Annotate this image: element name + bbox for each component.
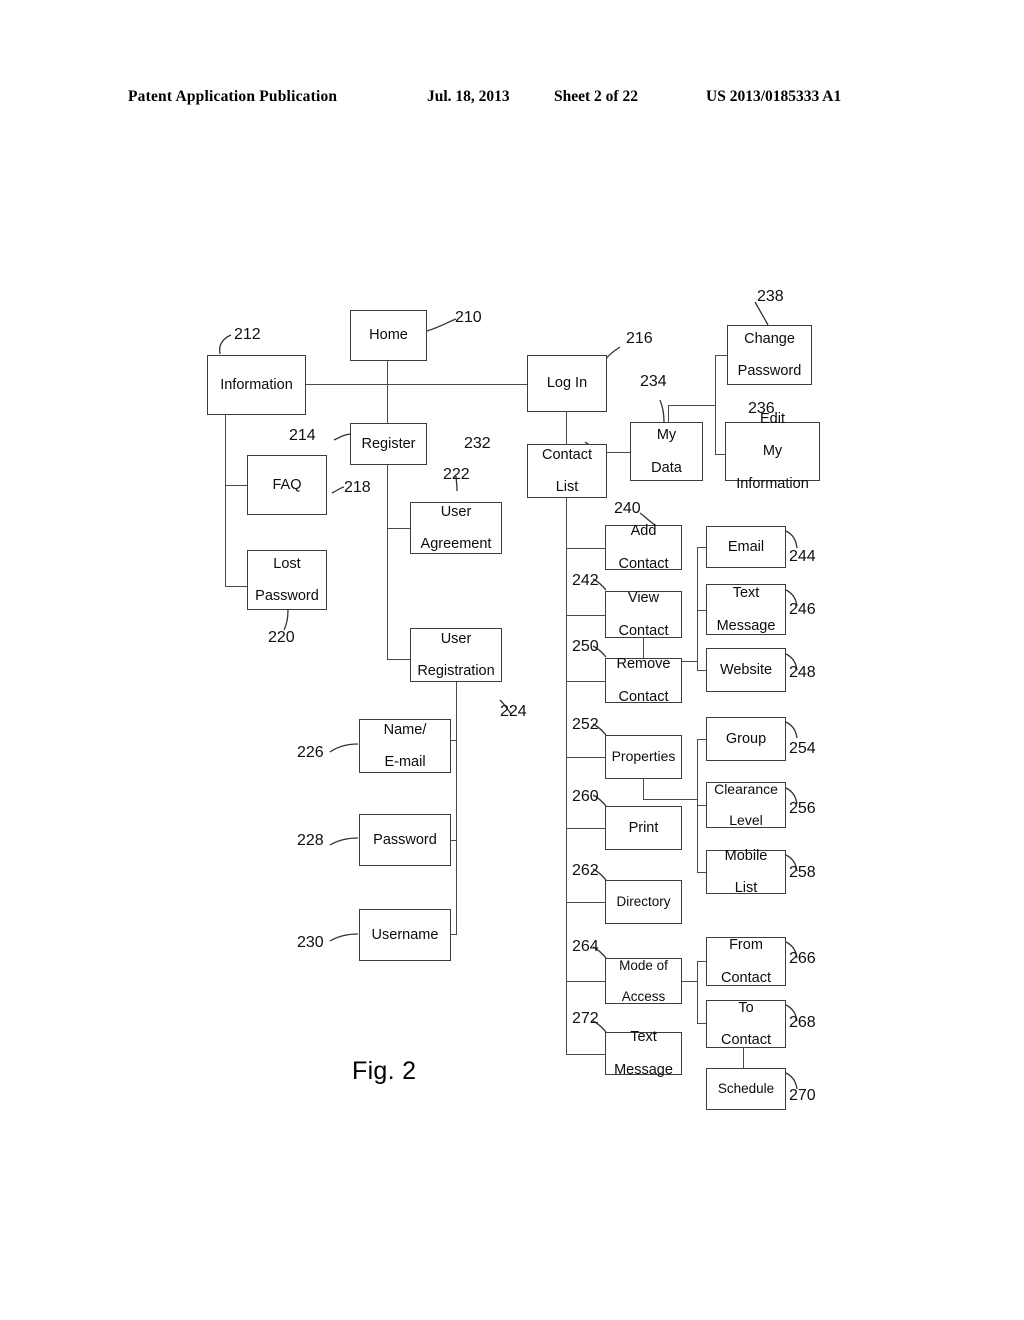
node-schedule[interactable]: Schedule [706, 1068, 786, 1110]
ref-232: 232 [464, 435, 491, 452]
ref-252: 252 [572, 716, 599, 733]
ref-216: 216 [626, 330, 653, 347]
node-email[interactable]: Email [706, 526, 786, 568]
node-view-contact[interactable]: View Contact [605, 590, 682, 639]
ref-246: 246 [789, 601, 816, 618]
patent-sheet: Patent Application Publication Jul. 18, … [0, 0, 1024, 1320]
node-change-password[interactable]: Change Password [727, 325, 812, 385]
node-my-data[interactable]: My Data [630, 422, 703, 481]
ref-228: 228 [297, 832, 324, 849]
ref-238: 238 [757, 288, 784, 305]
ref-264: 264 [572, 938, 599, 955]
node-clearance-level[interactable]: Clearance Level [706, 781, 786, 828]
node-username[interactable]: Username [359, 909, 451, 961]
node-information[interactable]: Information [207, 355, 306, 415]
node-from-contact[interactable]: From Contact [706, 937, 786, 986]
node-lost-password[interactable]: Lost Password [247, 550, 327, 610]
ref-218: 218 [344, 479, 371, 496]
node-register[interactable]: Register [350, 423, 427, 465]
node-add-contact[interactable]: Add Contact [605, 523, 682, 572]
node-contact-list[interactable]: Contact List [527, 444, 607, 498]
ref-210: 210 [455, 309, 482, 326]
ref-266: 266 [789, 950, 816, 967]
ref-270: 270 [789, 1087, 816, 1104]
node-login[interactable]: Log In [527, 355, 607, 412]
ref-248: 248 [789, 664, 816, 681]
ref-236: 236 [748, 400, 775, 417]
ref-242: 242 [572, 572, 599, 589]
ref-244: 244 [789, 548, 816, 565]
ref-224: 224 [500, 703, 527, 720]
node-user-registration[interactable]: User Registration [410, 628, 502, 682]
node-to-contact[interactable]: To Contact [706, 1000, 786, 1048]
node-home[interactable]: Home [350, 310, 427, 361]
node-directory[interactable]: Directory [605, 880, 682, 924]
leader-210 [426, 318, 457, 332]
node-faq[interactable]: FAQ [247, 455, 327, 515]
ref-234: 234 [640, 373, 667, 390]
ref-268: 268 [789, 1014, 816, 1031]
node-group[interactable]: Group [706, 717, 786, 761]
ref-262: 262 [572, 862, 599, 879]
ref-250: 250 [572, 638, 599, 655]
node-text-message-272[interactable]: Text Message [605, 1029, 682, 1078]
node-mobile-list[interactable]: Mobile List [706, 848, 786, 896]
node-password[interactable]: Password [359, 814, 451, 866]
node-website[interactable]: Website [706, 648, 786, 692]
ref-230: 230 [297, 934, 324, 951]
node-name-email[interactable]: Name/ E-mail [359, 719, 451, 773]
node-user-agreement[interactable]: User Agreement [410, 502, 502, 554]
ref-258: 258 [789, 864, 816, 881]
node-properties[interactable]: Properties [605, 735, 682, 779]
ref-222: 222 [443, 466, 470, 483]
ref-214: 214 [289, 427, 316, 444]
node-edit-my-information[interactable]: Edit My Information [725, 411, 820, 492]
ref-272: 272 [572, 1010, 599, 1027]
ref-226: 226 [297, 744, 324, 761]
ref-260: 260 [572, 788, 599, 805]
leader-lines [218, 301, 798, 1090]
ref-212: 212 [234, 326, 261, 343]
node-remove-contact[interactable]: Remove Contact [605, 656, 682, 705]
ref-220: 220 [268, 629, 295, 646]
ref-240: 240 [614, 500, 641, 517]
node-print[interactable]: Print [605, 806, 682, 850]
ref-254: 254 [789, 740, 816, 757]
ref-256: 256 [789, 800, 816, 817]
node-text-message-246[interactable]: Text Message [706, 584, 786, 635]
node-mode-of-access[interactable]: Mode of Access [605, 958, 682, 1004]
